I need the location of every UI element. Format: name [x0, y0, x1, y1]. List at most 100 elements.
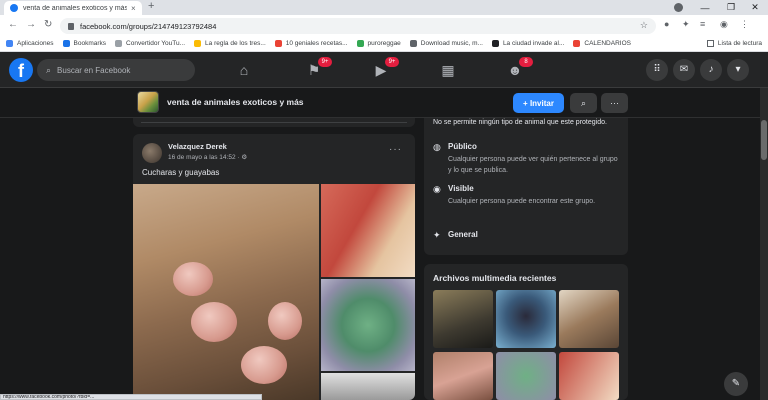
media-thumbnail[interactable]: [559, 352, 619, 400]
menu-grid-icon[interactable]: ⠿: [646, 59, 668, 81]
bookmark-label: 10 geniales recetas...: [285, 40, 348, 47]
groups-badge: 8: [519, 57, 533, 67]
browser-toolbar: ← → ↻ facebook.com/groups/21474912379248…: [0, 15, 768, 36]
media-thumbnail[interactable]: [496, 352, 556, 400]
bookmark-item[interactable]: CALENDARIOS: [573, 40, 631, 47]
new-message-icon[interactable]: ✎: [724, 372, 748, 396]
browser-tab[interactable]: venta de animales exoticos y más ×: [4, 1, 142, 15]
bookmark-item[interactable]: La ciudad invade al...: [491, 40, 565, 47]
site-icon: [356, 40, 364, 47]
visible-title: Visible: [448, 184, 474, 193]
bookmark-label: puroreggae: [367, 40, 401, 47]
facebook-navbar: f ⌕ Buscar en Facebook ⌂ ⚑ 9+ ▶ 9+ ▦ ☻ 8 ⠿ …: [0, 52, 768, 88]
recent-media-card: Archivos multimedia recientes: [424, 264, 628, 400]
reload-icon[interactable]: ↻: [44, 19, 52, 30]
bookmark-item[interactable]: Convertidor YouTu...: [115, 40, 185, 47]
post-photo-4[interactable]: [321, 373, 415, 400]
post-author[interactable]: Velazquez Derek: [168, 142, 227, 151]
tab-close-icon[interactable]: ×: [131, 4, 136, 13]
post-options-icon[interactable]: ···: [389, 144, 402, 155]
media-thumbnail[interactable]: [433, 290, 493, 348]
menu-icon[interactable]: ⋮: [740, 19, 749, 30]
account-icon[interactable]: ●: [664, 19, 669, 29]
notifications-icon[interactable]: ♪: [700, 59, 722, 81]
general-title: General: [448, 230, 478, 239]
reading-list-icon: [706, 40, 714, 47]
restore-button[interactable]: ❐: [718, 0, 744, 15]
account-dropdown-icon[interactable]: ▾: [727, 59, 749, 81]
bookmark-item[interactable]: puroreggae: [356, 40, 401, 47]
youtube-icon: [274, 40, 282, 47]
bookmark-label: La ciudad invade al...: [502, 40, 565, 47]
new-tab-button[interactable]: +: [148, 0, 154, 12]
marketplace-icon[interactable]: ▦: [439, 61, 457, 79]
public-title: Público: [448, 142, 477, 151]
bookmark-label: Download music, m...: [420, 40, 483, 47]
post-photo-2[interactable]: [321, 184, 415, 277]
media-thumbnail[interactable]: [496, 290, 556, 348]
media-thumbnail[interactable]: [559, 290, 619, 348]
scrollbar-thumb[interactable]: [761, 120, 767, 160]
author-avatar[interactable]: [142, 143, 162, 163]
pages-badge: 9+: [318, 57, 332, 67]
search-input[interactable]: Buscar en Facebook: [57, 66, 130, 75]
bookmark-item[interactable]: Aplicaciones: [6, 40, 54, 47]
bookmark-item[interactable]: La regla de los tres...: [194, 40, 266, 47]
bookmarks-bar: Aplicaciones Bookmarks Convertidor YouTu…: [0, 36, 768, 52]
lock-icon: [68, 22, 74, 30]
bookmark-star-icon[interactable]: ☆: [640, 20, 648, 31]
globe-icon: [491, 40, 499, 47]
close-window-button[interactable]: ✕: [742, 0, 768, 15]
bookmark-label: Bookmarks: [73, 40, 107, 47]
reading-list-label: Lista de lectura: [717, 40, 762, 47]
globe-icon: ◍: [433, 142, 441, 152]
group-header: venta de animales exoticos y más + Invit…: [0, 88, 760, 118]
page-scrollbar[interactable]: [760, 88, 768, 400]
bookmark-label: Aplicaciones: [17, 40, 54, 47]
visible-description: Cualquier persona puede encontrar este g…: [448, 198, 596, 205]
star-icon: [62, 40, 70, 47]
facebook-favicon-icon: [10, 4, 18, 12]
reading-list[interactable]: Lista de lectura: [706, 40, 762, 47]
minimize-button[interactable]: —: [692, 0, 718, 15]
group-rules-text: No se permite ningún tipo de animal que …: [433, 119, 607, 126]
tab-strip: venta de animales exoticos y más × + — ❐…: [0, 0, 768, 15]
messenger-icon[interactable]: ✉: [673, 59, 695, 81]
profile-icon[interactable]: [674, 3, 683, 12]
bird-shape: [191, 302, 237, 342]
url-text: facebook.com/groups/214749123792484: [80, 21, 217, 31]
home-icon[interactable]: ⌂: [235, 61, 253, 79]
bookmark-label: CALENDARIOS: [584, 40, 631, 47]
post-photo-3[interactable]: [321, 279, 415, 371]
group-type-icon: ✦: [433, 230, 441, 240]
bookmark-item[interactable]: 10 geniales recetas...: [274, 40, 348, 47]
post-timestamp[interactable]: 16 de mayo a las 14:52 · ⚙: [168, 153, 247, 161]
about-card: No se permite ningún tipo de animal que …: [424, 118, 628, 255]
page-icon: [115, 40, 123, 47]
groups-icon[interactable]: ☻ 8: [506, 57, 533, 79]
avatar-icon[interactable]: ◉: [720, 19, 728, 30]
group-avatar[interactable]: [137, 91, 159, 113]
media-icon[interactable]: ≡: [700, 19, 705, 29]
invite-button[interactable]: + Invitar: [513, 93, 564, 113]
watch-icon[interactable]: ▶ 9+: [372, 57, 399, 79]
back-icon[interactable]: ←: [8, 19, 18, 30]
search-bar[interactable]: ⌕ Buscar en Facebook: [37, 59, 195, 81]
pages-flag-icon[interactable]: ⚑ 9+: [305, 57, 332, 79]
address-bar[interactable]: facebook.com/groups/214749123792484 ☆: [60, 18, 656, 34]
post-photo-main[interactable]: [133, 184, 319, 400]
facebook-logo-icon[interactable]: f: [9, 58, 33, 82]
group-more-icon[interactable]: ···: [601, 93, 628, 113]
bookmark-item[interactable]: Download music, m...: [409, 40, 483, 47]
bookmark-item[interactable]: Bookmarks: [62, 40, 107, 47]
extensions-icon[interactable]: ✦: [682, 19, 690, 30]
divider: [141, 122, 407, 123]
bird-shape: [173, 262, 213, 296]
recent-media-title: Archivos multimedia recientes: [433, 273, 557, 283]
group-name[interactable]: venta de animales exoticos y más: [167, 97, 304, 107]
forward-icon[interactable]: →: [26, 19, 36, 30]
group-search-icon[interactable]: ⌕: [570, 93, 597, 113]
apps-icon: [6, 40, 13, 47]
media-thumbnail[interactable]: [433, 352, 493, 400]
bookmark-label: Convertidor YouTu...: [126, 40, 186, 47]
